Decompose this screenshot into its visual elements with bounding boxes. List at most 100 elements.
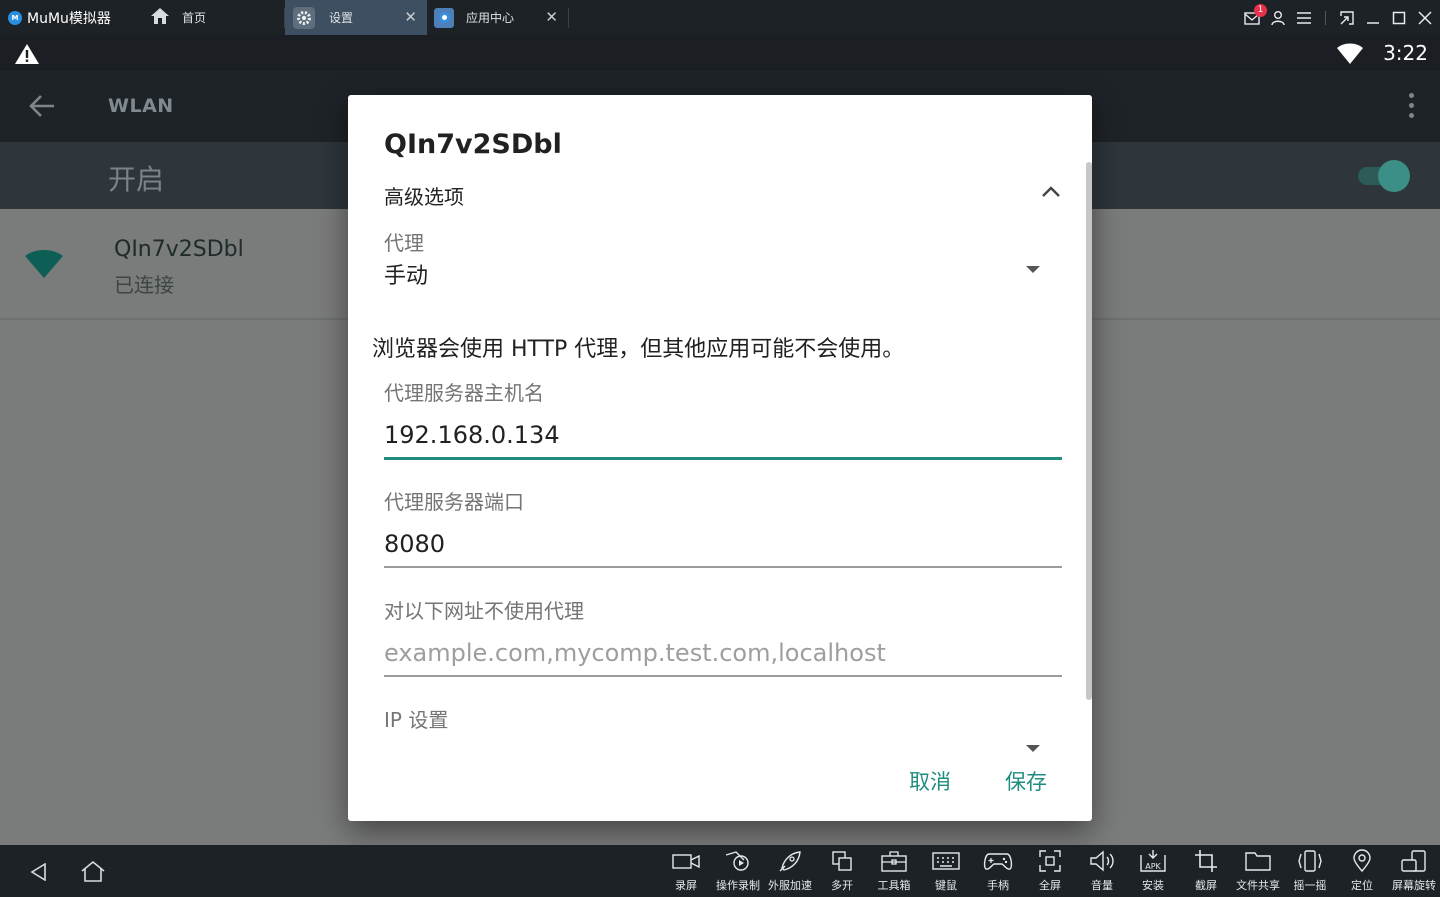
tool-toolbox[interactable]: 工具箱 [868,845,920,897]
gamepad-icon [983,845,1013,877]
home-icon [150,7,170,28]
port-label: 代理服务器端口 [384,486,524,515]
tool-label: 安装 [1142,877,1164,893]
video-record-icon [672,845,700,877]
status-clock: 3:22 [1383,41,1428,65]
tool-rotate[interactable]: 屏幕旋转 [1388,845,1440,897]
close-icon[interactable]: ✕ [404,9,417,25]
window-divider [1325,11,1326,25]
port-underline [384,566,1062,568]
nav-back-icon[interactable] [30,863,48,885]
tool-label: 手柄 [987,877,1009,893]
tab-label: 设置 [329,9,353,26]
mini-mode-icon[interactable] [1338,9,1356,27]
keyboard-icon [932,845,960,877]
fullscreen-icon [1038,845,1062,877]
tool-macro-record[interactable]: 操作录制 [712,845,764,897]
toolbox-icon [881,845,907,877]
rocket-icon [778,845,802,877]
tab-app-center[interactable]: 应用中心 ✕ [428,0,568,35]
tool-label: 录屏 [675,877,697,893]
gear-icon [293,7,315,29]
save-button[interactable]: 保存 [1005,766,1047,796]
tool-label: 多开 [831,877,853,893]
proxy-warning-text: 浏览器会使用 HTTP 代理，但其他应用可能不会使用。 [372,331,904,363]
macro-record-icon [724,845,752,877]
ip-settings-label: IP 设置 [384,704,448,733]
tool-install-apk[interactable]: APK 安装 [1127,845,1179,897]
tool-record-screen[interactable]: 录屏 [660,845,712,897]
bypass-label: 对以下网址不使用代理 [384,595,584,624]
app-center-icon [434,8,454,28]
close-icon[interactable]: ✕ [545,9,558,25]
tool-keyboard-mouse[interactable]: 键鼠 [920,845,972,897]
tool-label: 工具箱 [878,877,911,893]
nav-home-icon[interactable] [80,860,106,886]
tool-label: 音量 [1091,877,1113,893]
tool-volume[interactable]: 音量 [1076,845,1128,897]
tab-divider [568,8,569,28]
tool-label: 文件共享 [1236,877,1280,893]
window-controls: 1 [1243,0,1434,35]
network-config-dialog: QIn7v2SDbl 高级选项 代理 手动 浏览器会使用 HTTP 代理，但其他… [348,95,1092,821]
more-options-icon[interactable] [1409,93,1414,118]
tool-screenshot[interactable]: 截屏 [1180,845,1232,897]
tool-gamepad[interactable]: 手柄 [972,845,1024,897]
cancel-button[interactable]: 取消 [909,766,951,796]
bypass-underline [384,675,1062,677]
emulator-bottom-toolbar: 录屏 操作录制 外服加速 多开 工具箱 键鼠 手柄 全屏 音量 APK 安装 截… [0,845,1440,897]
crop-icon [1194,845,1218,877]
tool-label: 全屏 [1039,877,1061,893]
switch-label: 开启 [108,158,164,198]
toggle-thumb[interactable] [1378,160,1410,192]
dropdown-caret-icon[interactable] [1026,266,1040,273]
network-name: QIn7v2SDbl [114,237,244,262]
tool-accelerator[interactable]: 外服加速 [764,845,816,897]
tool-label: 键鼠 [935,877,957,893]
bypass-input[interactable]: example.com,mycomp.test.com,localhost [384,639,886,667]
tool-shake[interactable]: 摇一摇 [1284,845,1336,897]
tool-location[interactable]: 定位 [1336,845,1388,897]
dialog-scrollbar[interactable] [1086,162,1092,700]
dialog-title: QIn7v2SDbl [384,129,562,160]
tool-file-share[interactable]: 文件共享 [1232,845,1284,897]
user-icon[interactable] [1269,9,1287,27]
tool-label: 摇一摇 [1294,877,1327,893]
back-arrow-icon[interactable] [28,93,56,123]
menu-icon[interactable] [1295,9,1313,27]
tool-label: 操作录制 [716,877,760,893]
tool-multi-instance[interactable]: 多开 [816,845,868,897]
volume-icon [1089,845,1115,877]
wifi-signal-icon [24,249,64,283]
advanced-options-label[interactable]: 高级选项 [384,181,464,210]
port-input[interactable]: 8080 [384,530,445,558]
emulator-titlebar: M MuMu模拟器 首页 设置 ✕ 应用中心 ✕ 1 [0,0,1440,35]
minimize-icon[interactable] [1364,9,1382,27]
apk-install-icon: APK [1139,845,1167,877]
wifi-status-icon [1336,43,1364,69]
maximize-icon[interactable] [1390,9,1408,27]
proxy-select[interactable]: 手动 [384,258,428,290]
warning-icon [14,43,40,69]
tab-home[interactable]: 首页 [140,0,284,35]
tab-settings[interactable]: 设置 ✕ [285,0,427,35]
multi-instance-icon [831,845,853,877]
folder-share-icon [1245,845,1271,877]
network-status: 已连接 [114,269,174,298]
page-title: WLAN [108,95,174,117]
rotate-icon [1400,845,1428,877]
shake-icon [1296,845,1324,877]
mumu-logo-icon: M [8,11,22,25]
tool-label: 外服加速 [768,877,812,893]
app-name: MuMu模拟器 [27,8,111,28]
chevron-up-icon[interactable] [1040,183,1062,202]
tool-fullscreen[interactable]: 全屏 [1024,845,1076,897]
hostname-label: 代理服务器主机名 [384,377,544,406]
tab-label: 应用中心 [466,9,514,26]
notification-badge: 1 [1254,4,1267,17]
close-window-icon[interactable] [1416,9,1434,27]
app-brand: M MuMu模拟器 [8,0,111,35]
dropdown-caret-icon[interactable] [1026,745,1040,752]
hostname-input[interactable]: 192.168.0.134 [384,421,560,449]
mail-icon[interactable]: 1 [1243,9,1261,27]
